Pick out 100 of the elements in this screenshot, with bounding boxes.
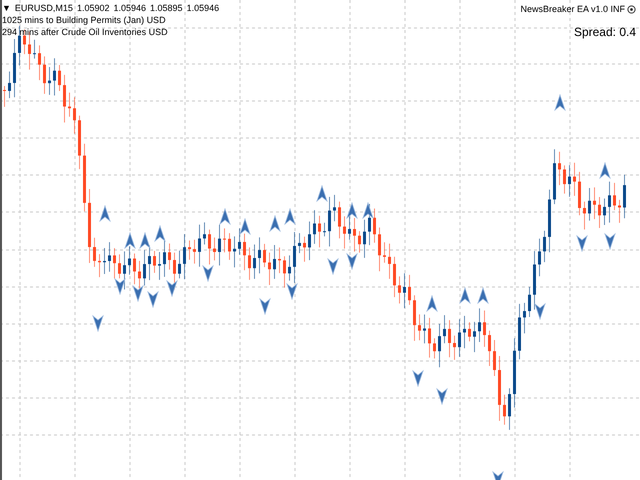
candlestick [443, 314, 446, 344]
up-arrow-icon [426, 294, 438, 312]
candlestick [438, 323, 441, 368]
candlestick [283, 256, 286, 288]
candlestick [73, 96, 76, 134]
candlestick [128, 246, 131, 276]
candlestick [298, 232, 301, 254]
candlestick [308, 220, 311, 261]
candlestick [83, 143, 86, 212]
up-arrow-icon [362, 202, 374, 220]
price-quote: 1.05946 [113, 2, 146, 14]
candlestick [273, 244, 276, 280]
candlestick [58, 64, 61, 92]
down-arrow-icon [604, 232, 616, 250]
candlestick [478, 308, 481, 342]
candlestick [413, 294, 416, 342]
candlestick [378, 226, 381, 272]
candlestick [423, 314, 426, 344]
candlestick [428, 317, 431, 358]
candlestick [568, 164, 571, 198]
candlestick [163, 238, 166, 278]
down-arrow-icon [132, 284, 144, 302]
candlestick [588, 187, 591, 222]
candlestick [338, 201, 341, 239]
down-arrow-icon [259, 298, 271, 316]
candlestick [473, 321, 476, 353]
candlestick [523, 302, 526, 334]
candlestick [158, 251, 161, 280]
candlestick [313, 210, 316, 244]
candlestick [343, 216, 346, 250]
chart-toggle[interactable]: ▼ [2, 2, 11, 14]
candlestick [388, 243, 391, 280]
candlestick [3, 86, 6, 108]
candlestick [608, 181, 611, 224]
candlestick [78, 115, 81, 170]
candlestick [68, 92, 71, 118]
candlestick [198, 224, 201, 268]
candlestick [323, 222, 326, 237]
candlestick [93, 237, 96, 268]
candlestick [518, 303, 521, 360]
down-arrow-icon [412, 370, 424, 388]
candlestick [448, 320, 451, 358]
candlestick [288, 254, 291, 282]
ea-label: NewsBreaker EA v1.0 INF [520, 3, 625, 16]
candlestick [203, 222, 206, 245]
candlestick [103, 247, 106, 274]
down-arrow-icon [576, 234, 588, 252]
down-arrow-icon [114, 278, 126, 296]
candlestick [573, 162, 576, 196]
candlestick [498, 356, 501, 422]
down-arrow-icon [346, 252, 358, 270]
candlestick [183, 234, 186, 280]
candlestick [623, 174, 626, 219]
candlestick [43, 56, 46, 94]
down-arrow-icon [147, 290, 159, 308]
candlestick [603, 198, 606, 226]
candlestick [208, 229, 211, 265]
up-arrow-icon [477, 286, 489, 304]
candlestick [248, 246, 251, 280]
candlestick [243, 233, 246, 271]
candlestick [453, 335, 456, 360]
up-arrow-icon [316, 184, 328, 202]
candlestick [508, 388, 511, 430]
candlestick [98, 254, 101, 278]
info-icon[interactable] [627, 5, 636, 14]
symbol-label: EURUSD,M15 [14, 2, 73, 14]
up-arrow-icon [154, 224, 166, 242]
price-quote: 1.05946 [186, 2, 220, 14]
candlestick [373, 208, 376, 244]
candlestick [233, 236, 236, 268]
up-arrow-icon [284, 208, 296, 226]
candlestick [168, 242, 171, 270]
candlestick [398, 276, 401, 304]
up-arrow-icon [219, 208, 231, 226]
candlestick [468, 322, 471, 342]
candlestick [578, 171, 581, 216]
candlestick [113, 248, 116, 280]
down-arrow-icon [534, 302, 546, 320]
candlestick [8, 71, 11, 99]
candlestick [38, 44, 41, 81]
candlestick [353, 218, 356, 252]
up-arrow-icon [239, 218, 251, 236]
candlestick [18, 25, 21, 66]
candlestick [613, 182, 616, 211]
candlestick [408, 274, 411, 306]
candlestick [553, 148, 556, 205]
down-arrow-icon [492, 470, 504, 480]
down-arrow-icon [327, 258, 339, 276]
candlestick [293, 232, 296, 284]
candlestick [543, 230, 546, 263]
up-arrow-icon [269, 214, 281, 232]
candlestick [48, 66, 51, 96]
up-arrow-icon [139, 232, 151, 250]
candlestick [328, 196, 331, 248]
up-arrow-icon [99, 204, 111, 222]
candlestick [488, 330, 491, 367]
candlestick [118, 254, 121, 279]
candlestick [213, 236, 216, 261]
candlestick [108, 242, 111, 272]
candlestick [393, 256, 396, 298]
